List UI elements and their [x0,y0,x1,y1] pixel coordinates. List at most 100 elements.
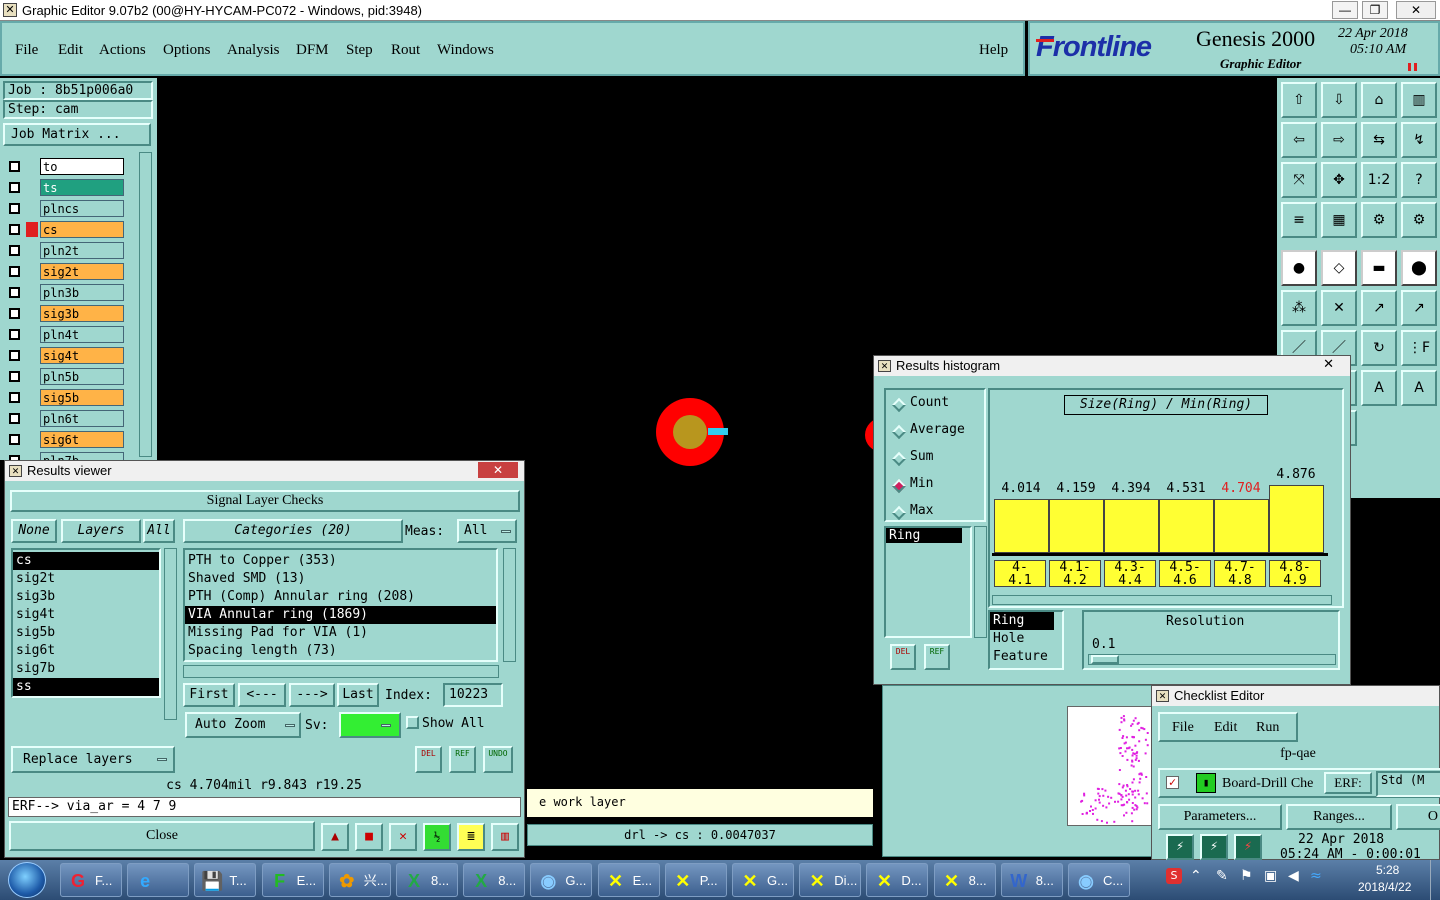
layer-scrollbar[interactable] [139,152,152,457]
show-desktop-button[interactable] [1430,860,1440,900]
layer-checkbox[interactable] [9,371,20,382]
network-icon[interactable]: ▣ [1264,868,1277,884]
measure-alt-icon[interactable]: ↗ [1401,290,1437,326]
select-icon[interactable]: ● [1281,250,1317,286]
layer-name[interactable]: to [40,158,124,175]
histogram-bar-2[interactable] [1104,499,1159,553]
close-icon[interactable]: ✕ [1323,354,1334,374]
next-button[interactable]: ---> [289,683,335,707]
checklist-menu-edit[interactable]: Edit [1214,720,1237,736]
layer-checkbox[interactable] [9,350,20,361]
menu-options[interactable]: Options [163,42,211,59]
checklist-menu-run[interactable]: Run [1256,720,1279,736]
move-down-icon[interactable]: ⇩ [1321,82,1357,118]
sogou-icon[interactable]: S [1166,868,1182,884]
layers-none-button[interactable]: None [11,519,57,543]
taskbar-item[interactable]: e [127,863,190,897]
close-window-button[interactable]: ✕ [1396,1,1436,19]
layer-row-7[interactable]: sig3b [6,305,124,322]
layer-row-5[interactable]: sig2t [6,263,124,280]
menu-edit[interactable]: Edit [58,42,83,59]
layers-button[interactable]: Layers [61,519,141,543]
categories-button[interactable]: Categories (20) [183,519,403,543]
menu-actions[interactable]: Actions [99,42,146,59]
metric-list[interactable]: Ring [884,526,972,638]
layer-name[interactable]: plncs [40,200,124,217]
auto-zoom-select[interactable]: Auto Zoom [185,712,301,738]
layer-checkbox[interactable] [9,203,20,214]
text-icon[interactable]: ⋮F [1401,330,1437,366]
histogram-bar-3[interactable] [1159,499,1214,553]
half-icon[interactable]: ½ [423,823,451,851]
metric-item-ring[interactable]: Ring [886,528,962,543]
cross-icon[interactable]: ✕ [1321,290,1357,326]
layer-results-list[interactable]: cs sig2t sig3b sig4t sig5b sig6t sig7b ss [11,548,161,698]
taskbar-item[interactable]: ✕ Di... [799,863,862,897]
layer-name[interactable]: sig6t [40,431,124,448]
taskbar-item[interactable]: ✕ D... [866,863,929,897]
taskbar-item[interactable]: F E... [261,863,324,897]
tray-app-icon[interactable]: ≈ [1310,868,1322,884]
menu-step[interactable]: Step [346,42,373,59]
category-item[interactable]: PTH (Comp) Annular ring (208) [185,588,496,606]
category-scrollbar[interactable] [503,548,516,662]
check-set-header[interactable]: Signal Layer Checks [10,490,520,512]
menu-rout[interactable]: Rout [391,42,420,59]
layer-row-6[interactable]: pln3b [6,284,124,301]
job-matrix-button[interactable]: Job Matrix ... [3,123,151,146]
volume-icon[interactable]: ◀ [1288,868,1299,884]
layer-name[interactable]: sig4t [40,347,124,364]
rotate-icon[interactable]: ↻ [1361,330,1397,366]
checklist-row[interactable]: ✓ ▮ Board-Drill Che ERF: Std (M [1158,768,1440,798]
layer-checkbox[interactable] [9,329,20,340]
pad-icon[interactable]: ⬤ [1401,250,1437,286]
grid-icon[interactable]: ▦ [1321,202,1357,238]
taskbar-item[interactable]: ✕ P... [664,863,727,897]
clock-time[interactable]: 5:28 [1376,863,1399,877]
panel-icon[interactable]: ▥ [1401,82,1437,118]
fit-icon[interactable]: ⤧ [1281,162,1317,198]
taskbar-item[interactable]: X 8... [463,863,526,897]
check-enabled-checkbox[interactable]: ✓ [1166,776,1179,789]
field-hole[interactable]: Hole [990,630,1062,648]
start-button[interactable] [8,862,46,898]
category-item[interactable]: VIA Annular ring (1869) [185,606,496,624]
resolution-slider[interactable] [1088,654,1336,665]
layer-row-10[interactable]: pln5b [6,368,124,385]
close-button[interactable]: Close [9,821,315,851]
result-layer-item[interactable]: ss [13,678,159,696]
taskbar-item[interactable]: ✕ G... [732,863,794,897]
layer-name[interactable]: pln5b [40,368,124,385]
mode-radio-min[interactable] [891,478,907,494]
category-item[interactable]: Spacing length (73) [185,642,496,660]
menu-help[interactable]: Help [979,42,1008,59]
last-button[interactable]: Last [337,683,379,707]
layer-row-8[interactable]: pln4t [6,326,124,343]
result-layer-item[interactable]: cs [13,552,159,570]
layer-name[interactable]: ts [40,179,124,196]
layer-row-0[interactable]: to [6,158,124,175]
report-icon[interactable]: ≣ [457,823,485,851]
layer-row-1[interactable]: ts [6,179,124,196]
taskbar-item[interactable]: ◉ C... [1068,863,1130,897]
category-item[interactable]: PTH to Copper (353) [185,552,496,570]
text-b-icon[interactable]: A [1401,370,1437,406]
move-left-icon[interactable]: ⇦ [1281,122,1317,158]
home-icon[interactable]: ⌂ [1361,82,1397,118]
delete-result-button[interactable]: DEL [415,746,442,773]
zoom-ratio-icon[interactable]: 1:2 [1361,162,1397,198]
layer-results-scrollbar[interactable] [164,548,177,720]
layer-row-11[interactable]: sig5b [6,389,124,406]
record-icon[interactable]: ■ [355,823,383,851]
taskbar-item[interactable]: W 8... [1000,863,1063,897]
layer-name[interactable]: pln6t [40,410,124,427]
center-icon[interactable]: ✥ [1321,162,1357,198]
menu-file[interactable]: File [15,42,38,59]
field-feature[interactable]: Feature [990,648,1062,666]
undo-button[interactable]: UNDO [483,746,513,773]
layer-checkbox[interactable] [9,434,20,445]
close-icon[interactable]: ✕ [478,462,518,478]
layer-row-9[interactable]: sig4t [6,347,124,364]
erf-button[interactable]: ERF: [1324,772,1372,794]
shape-icon[interactable]: ◇ [1321,250,1357,286]
